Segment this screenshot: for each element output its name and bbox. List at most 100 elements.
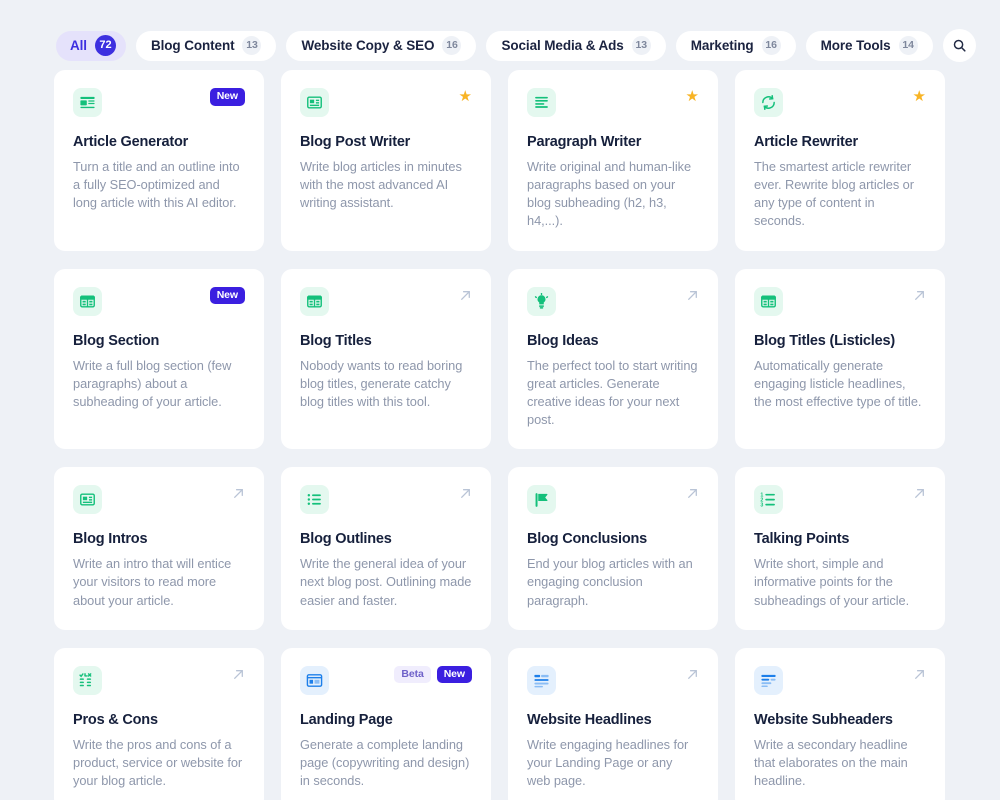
search-button[interactable] <box>942 29 976 62</box>
card-description: The perfect tool to start writing great … <box>527 357 698 428</box>
filter-chip-blog-content[interactable]: Blog Content 13 <box>135 30 277 61</box>
tool-card[interactable]: New Blog Section Write a full blog section… <box>54 268 264 450</box>
filter-chip-count: 14 <box>898 36 918 55</box>
tool-card[interactable]: ★ Blog Post Writer Write blog articles in … <box>281 70 491 251</box>
tool-card[interactable]: Blog Ideas The perfect tool to start writ… <box>508 268 718 450</box>
favorite-star-icon[interactable]: ★ <box>686 89 699 104</box>
arrow-up-right-icon[interactable] <box>686 668 699 681</box>
filter-chip-label: Blog Content <box>150 38 235 53</box>
arrow-up-right-icon[interactable] <box>459 487 472 500</box>
arrow-up-right-icon[interactable] <box>232 668 245 681</box>
card-description: Write original and human-like paragraphs… <box>527 159 692 229</box>
new-badge: New <box>209 88 245 106</box>
tool-card[interactable]: Blog Intros Write an intro that will enti… <box>54 467 264 630</box>
search-icon <box>952 38 967 53</box>
tool-card[interactable]: Blog Conclusions End your blog articles w… <box>508 467 718 630</box>
filter-chip-label: All <box>70 38 87 53</box>
paragraph-lines-icon <box>527 88 556 117</box>
beta-badge: Beta <box>394 665 431 684</box>
filter-chip-more-tools[interactable]: More Tools 14 <box>805 30 933 61</box>
tool-card[interactable]: New Article Generator Turn a title and an … <box>54 70 264 251</box>
arrow-up-right-icon[interactable] <box>459 289 472 302</box>
card-title: Landing Page <box>300 711 393 728</box>
tool-card[interactable]: Pros & Cons Write the pros and cons of a … <box>54 647 264 800</box>
card-description: Nobody wants to read boring blog titles,… <box>300 357 463 409</box>
tool-card[interactable]: Blog Outlines Write the general idea of y… <box>281 467 491 630</box>
arrow-up-right-icon[interactable] <box>913 668 926 681</box>
card-description: Write an intro that will entice your vis… <box>73 556 232 608</box>
arrow-up-right-icon[interactable] <box>686 487 699 500</box>
arrow-up-right-icon[interactable] <box>686 289 699 302</box>
tool-card[interactable]: 1 2 3 Talking Points Write short, simple and… <box>735 467 945 630</box>
card-description: Write a full blog section (few paragraph… <box>73 357 232 409</box>
filter-chip-marketing[interactable]: Marketing 16 <box>675 30 796 61</box>
card-description: Automatically generate engaging listicle… <box>754 357 922 409</box>
card-title: Blog Outlines <box>300 531 392 548</box>
filter-chip-label: Marketing <box>690 38 754 53</box>
filter-chip-label: Social Media & Ads <box>501 38 624 53</box>
tool-card[interactable]: ★ Article Rewriter The smartest article re… <box>735 70 945 251</box>
tool-card[interactable]: Beta New Landing Page Generate a complete l… <box>281 647 491 800</box>
card-description: Write blog articles in minutes with the … <box>300 159 462 211</box>
card-title: Website Subheaders <box>754 711 893 728</box>
tool-card[interactable]: Blog Titles Nobody wants to read boring b… <box>281 268 491 450</box>
table-grid-icon <box>300 286 329 316</box>
card-description: Write a secondary headline that elaborat… <box>754 736 908 789</box>
filter-chip-count: 13 <box>631 36 651 55</box>
card-description: Write the pros and cons of a product, se… <box>73 736 243 789</box>
headline-block-icon <box>527 665 556 695</box>
tool-card[interactable]: Website Headlines Write engaging headline… <box>508 647 718 800</box>
arrow-up-right-icon[interactable] <box>232 487 245 500</box>
card-title: Article Generator <box>73 134 189 150</box>
article-editor-icon <box>73 88 102 117</box>
card-title: Blog Ideas <box>527 332 599 349</box>
card-title: Paragraph Writer <box>527 134 642 150</box>
card-description: Write short, simple and informative poin… <box>754 556 910 608</box>
card-title: Article Rewriter <box>754 134 858 150</box>
card-badges: New <box>209 286 245 305</box>
subheader-block-icon <box>754 665 783 695</box>
filter-chip-list: All 72 Blog Content 13 Website Copy & SEO 16 S… <box>56 30 933 61</box>
tool-card[interactable]: Blog Titles (Listicles) Automatically gen… <box>735 268 945 450</box>
card-title: Website Headlines <box>527 711 652 728</box>
flag-icon <box>527 485 556 515</box>
card-title: Talking Points <box>754 531 850 548</box>
filter-chip-website-copy-seo[interactable]: Website Copy & SEO 16 <box>286 30 477 61</box>
table-grid-icon <box>73 286 102 316</box>
svg-text:3: 3 <box>760 503 763 509</box>
filter-chip-count: 72 <box>94 35 116 56</box>
bullet-list-icon <box>300 485 329 515</box>
filter-chip-all[interactable]: All 72 <box>56 30 126 61</box>
arrow-up-right-icon[interactable] <box>913 487 926 500</box>
filter-chip-count: 13 <box>242 36 262 55</box>
card-description: Generate a complete landing page (copywr… <box>300 736 470 789</box>
filter-bar: All 72 Blog Content 13 Website Copy & SEO 16 S… <box>0 0 1000 70</box>
pros-cons-checklist-icon <box>73 665 102 695</box>
card-title: Blog Titles <box>300 332 372 349</box>
filter-chip-label: Website Copy & SEO <box>301 38 435 53</box>
new-badge: New <box>209 286 245 305</box>
card-description: Turn a title and an outline into a fully… <box>73 159 240 211</box>
card-title: Blog Conclusions <box>527 531 648 548</box>
numbered-list-icon: 123 <box>754 485 783 515</box>
card-badges: Beta New <box>394 665 472 684</box>
card-badges: New <box>209 88 245 106</box>
lightbulb-icon <box>527 286 556 316</box>
tool-card[interactable]: ★ Paragraph Writer Write original and huma… <box>508 70 718 251</box>
card-title: Blog Titles (Listicles) <box>754 332 895 349</box>
refresh-cycle-icon <box>754 88 783 117</box>
browser-layout-icon <box>300 665 329 695</box>
new-badge: New <box>436 665 472 684</box>
card-description: End your blog articles with an engaging … <box>527 556 693 608</box>
card-title: Pros & Cons <box>73 711 158 728</box>
arrow-up-right-icon[interactable] <box>913 289 926 302</box>
favorite-star-icon[interactable]: ★ <box>459 89 472 104</box>
filter-chip-social-media-ads[interactable]: Social Media & Ads 13 <box>486 30 666 61</box>
favorite-star-icon[interactable]: ★ <box>913 89 926 104</box>
card-title: Blog Section <box>73 332 160 349</box>
card-description: The smartest article rewriter ever. Rewr… <box>754 159 914 229</box>
tool-card[interactable]: Website Subheaders Write a secondary head… <box>735 647 945 800</box>
card-title: Blog Intros <box>73 531 148 548</box>
card-description: Write engaging headlines for your Landin… <box>527 736 689 789</box>
card-title: Blog Post Writer <box>300 134 411 150</box>
